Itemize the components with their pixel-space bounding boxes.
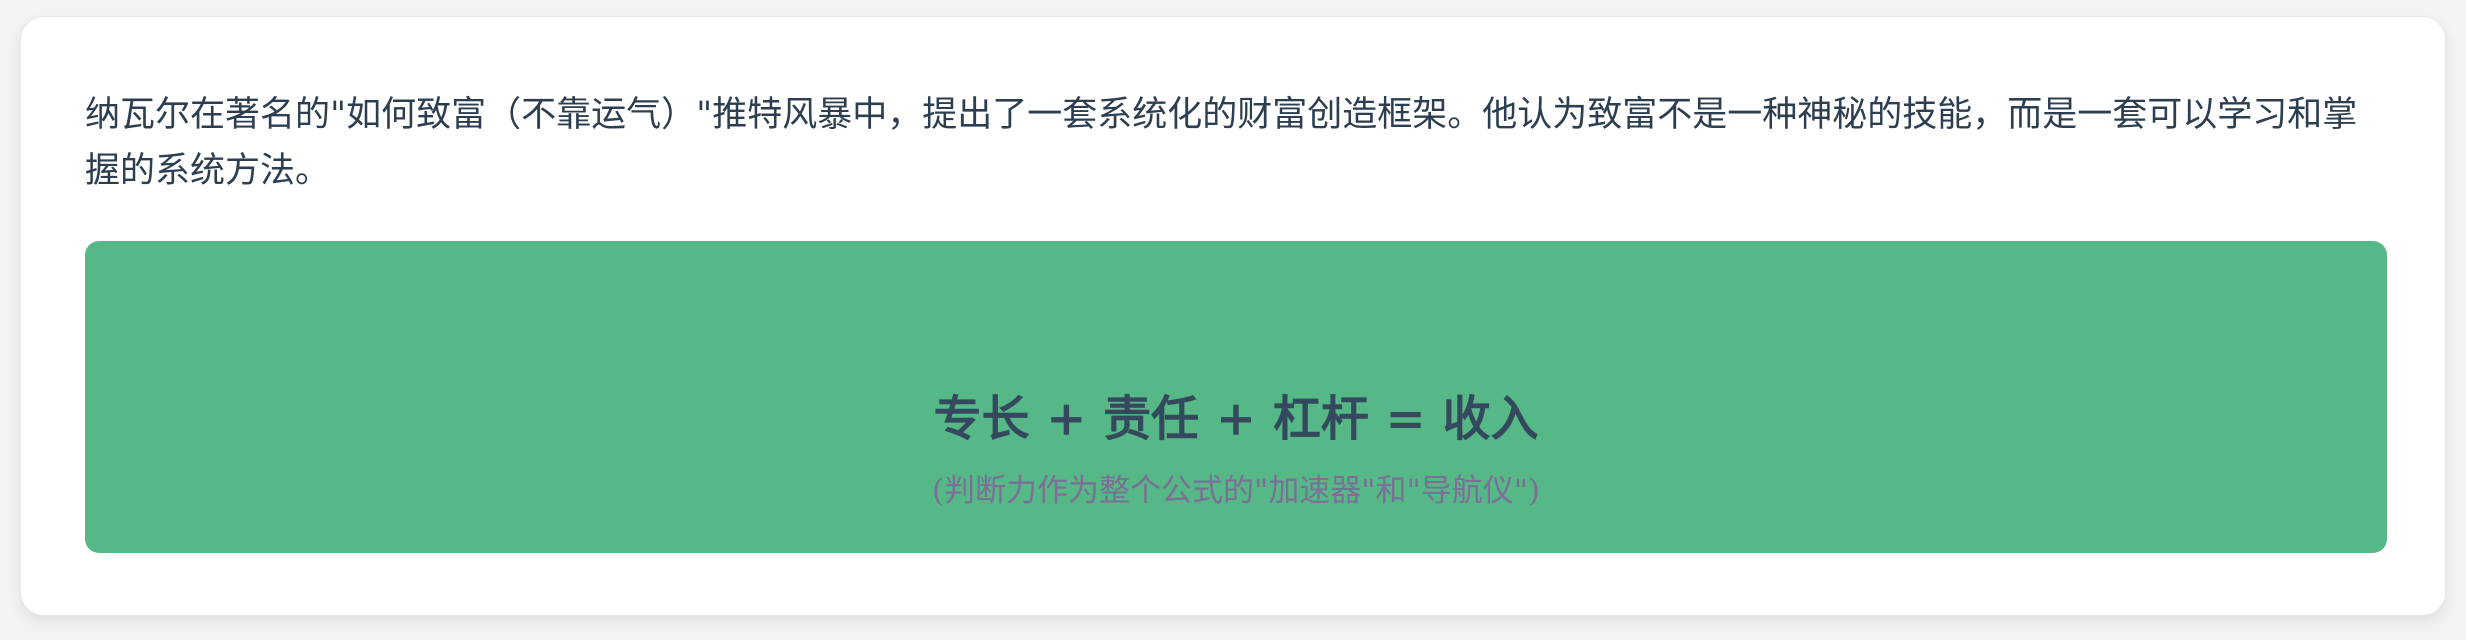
wealth-formula: 专长 + 责任 + 杠杆 = 收入 <box>933 391 1539 447</box>
intro-paragraph: 纳瓦尔在著名的"如何致富（不靠运气）"推特风暴中，提出了一套系统化的财富创造框架… <box>85 95 2358 191</box>
formula-callout: 专长 + 责任 + 杠杆 = 收入 (判断力作为整个公式的"加速器"和"导航仪"… <box>85 241 2387 553</box>
formula-note: (判断力作为整个公式的"加速器"和"导航仪") <box>931 473 1541 509</box>
content-card: 纳瓦尔在著名的"如何致富（不靠运气）"推特风暴中，提出了一套系统化的财富创造框架… <box>20 16 2446 616</box>
